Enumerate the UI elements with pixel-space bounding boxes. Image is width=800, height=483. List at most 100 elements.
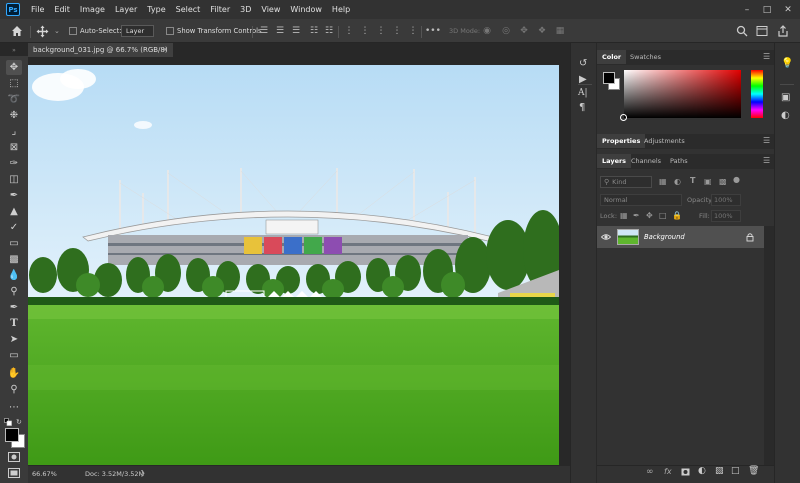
link-layers-icon[interactable]: ∞: [646, 467, 654, 477]
healing-brush-tool-icon[interactable]: ◫: [6, 172, 22, 187]
lock-position-icon[interactable]: ✥: [646, 211, 653, 220]
filter-type-icon[interactable]: T: [690, 176, 695, 185]
move-tool-preset-icon[interactable]: [36, 25, 49, 38]
clone-stamp-tool-icon[interactable]: ▲: [6, 204, 22, 219]
tab-color[interactable]: Color: [597, 50, 627, 64]
menu-type[interactable]: Type: [142, 5, 170, 14]
layer-row[interactable]: Background: [597, 226, 764, 248]
visibility-eye-icon[interactable]: [600, 232, 612, 242]
layer-style-icon[interactable]: fx: [664, 467, 672, 476]
show-transform-checkbox[interactable]: Show Transform Controls: [166, 27, 262, 35]
minimize-icon[interactable]: –: [737, 0, 757, 19]
blend-mode-select[interactable]: Normal: [600, 194, 682, 206]
chevron-down-icon[interactable]: ⌄: [54, 27, 60, 35]
align-top-icon[interactable]: ☷: [309, 26, 319, 36]
type-tool-icon[interactable]: T: [6, 316, 22, 331]
lock-artboard-icon[interactable]: □: [659, 211, 667, 220]
layer-name[interactable]: Background: [644, 233, 685, 241]
new-group-icon[interactable]: ▧: [715, 466, 724, 476]
more-options-icon[interactable]: •••: [425, 26, 441, 36]
layer-mask-icon[interactable]: [681, 468, 690, 476]
align-vcenter-icon[interactable]: ☷: [324, 26, 334, 36]
3d-pan-icon[interactable]: ✥: [519, 26, 529, 36]
filter-smartobject-icon[interactable]: ▩: [719, 177, 727, 186]
lasso-tool-icon[interactable]: ➰: [6, 92, 22, 107]
rectangle-tool-icon[interactable]: ▭: [6, 348, 22, 363]
menu-select[interactable]: Select: [171, 5, 206, 14]
3d-orbit-icon[interactable]: ◉: [482, 26, 492, 36]
character-panel-icon[interactable]: A|: [578, 88, 588, 98]
dodge-tool-icon[interactable]: ⚲: [6, 284, 22, 299]
tab-adjustments[interactable]: Adjustments: [639, 134, 690, 148]
tab-paths[interactable]: Paths: [665, 154, 693, 168]
fill-input[interactable]: 100%: [711, 210, 741, 222]
align-right-icon[interactable]: ☰: [291, 26, 301, 36]
quick-select-tool-icon[interactable]: ❉: [6, 108, 22, 123]
menu-3d[interactable]: 3D: [235, 5, 256, 14]
3d-roll-icon[interactable]: ◎: [501, 26, 511, 36]
eraser-tool-icon[interactable]: ▭: [6, 236, 22, 251]
menu-layer[interactable]: Layer: [110, 5, 142, 14]
workspace-icon[interactable]: [756, 25, 768, 37]
zoom-level[interactable]: 66.67%: [32, 470, 57, 478]
auto-select-checkbox[interactable]: Auto-Select:: [69, 27, 122, 35]
lock-transparent-icon[interactable]: ▦: [620, 211, 628, 220]
screen-mode-icon[interactable]: [8, 468, 20, 478]
3d-scale-icon[interactable]: ▦: [555, 26, 565, 36]
hand-tool-icon[interactable]: ✋: [6, 366, 22, 381]
menu-view[interactable]: View: [256, 5, 285, 14]
libraries-panel-icon[interactable]: ▣: [781, 92, 790, 103]
delete-layer-icon[interactable]: 🗑: [748, 466, 759, 476]
gradient-tool-icon[interactable]: ▩: [6, 252, 22, 267]
default-colors-icon[interactable]: [4, 418, 12, 426]
color-picker-cursor[interactable]: [620, 114, 627, 121]
panel-foreground-swatch[interactable]: [603, 72, 615, 84]
hue-slider[interactable]: [751, 70, 763, 118]
eyedropper-tool-icon[interactable]: ✑: [6, 156, 22, 171]
more-tools-icon[interactable]: ⋯: [6, 400, 22, 415]
close-icon[interactable]: ✕: [778, 0, 798, 19]
distribute-hcenter-icon[interactable]: ⋮: [360, 26, 370, 36]
history-panel-icon[interactable]: ↺: [579, 58, 587, 69]
color-panel-menu-icon[interactable]: ☰: [763, 52, 770, 61]
filter-shape-icon[interactable]: ▣: [704, 177, 712, 186]
quick-mask-icon[interactable]: [8, 452, 20, 462]
search-icon[interactable]: [736, 25, 748, 37]
filter-toggle-icon[interactable]: ●: [733, 175, 740, 184]
new-layer-icon[interactable]: □: [731, 466, 740, 476]
learn-panel-icon[interactable]: 💡: [781, 58, 793, 69]
opacity-input[interactable]: 100%: [711, 194, 741, 206]
blur-tool-icon[interactable]: 💧: [6, 268, 22, 283]
color-field[interactable]: [624, 70, 741, 118]
menu-edit[interactable]: Edit: [49, 5, 75, 14]
history-brush-tool-icon[interactable]: ✓: [6, 220, 22, 235]
share-icon[interactable]: [776, 24, 790, 38]
move-tool-icon[interactable]: ✥: [6, 60, 22, 75]
close-tab-icon[interactable]: ✕: [162, 43, 168, 57]
align-hcenter-icon[interactable]: ☰: [275, 26, 285, 36]
distribute-right-icon[interactable]: ⋮: [376, 26, 386, 36]
3d-slide-icon[interactable]: ❖: [537, 26, 547, 36]
foreground-color-swatch[interactable]: [5, 428, 19, 442]
menu-filter[interactable]: Filter: [205, 5, 235, 14]
menu-image[interactable]: Image: [75, 5, 110, 14]
home-icon[interactable]: [10, 24, 24, 38]
layers-panel-menu-icon[interactable]: ☰: [763, 156, 770, 165]
menu-file[interactable]: File: [26, 5, 49, 14]
frame-tool-icon[interactable]: ⊠: [6, 140, 22, 155]
menu-window[interactable]: Window: [285, 5, 327, 14]
marquee-tool-icon[interactable]: ⬚: [6, 76, 22, 91]
filter-pixel-icon[interactable]: ▦: [659, 177, 667, 186]
distribute-left-icon[interactable]: ⋮: [344, 26, 354, 36]
path-select-tool-icon[interactable]: ➤: [6, 332, 22, 347]
pen-tool-icon[interactable]: ✒: [6, 300, 22, 315]
distribute-top-icon[interactable]: ⋮: [392, 26, 402, 36]
lock-all-icon[interactable]: 🔒: [672, 211, 682, 220]
crop-tool-icon[interactable]: ⌟: [6, 124, 22, 139]
adjustments-panel-icon[interactable]: ◐: [781, 110, 790, 121]
distribute-bottom-icon[interactable]: ⋮: [408, 26, 418, 36]
document-image[interactable]: [28, 65, 559, 465]
adjustment-layer-icon[interactable]: ◐: [698, 466, 706, 476]
align-left-icon[interactable]: ☰: [259, 26, 269, 36]
properties-panel-menu-icon[interactable]: ☰: [763, 136, 770, 145]
